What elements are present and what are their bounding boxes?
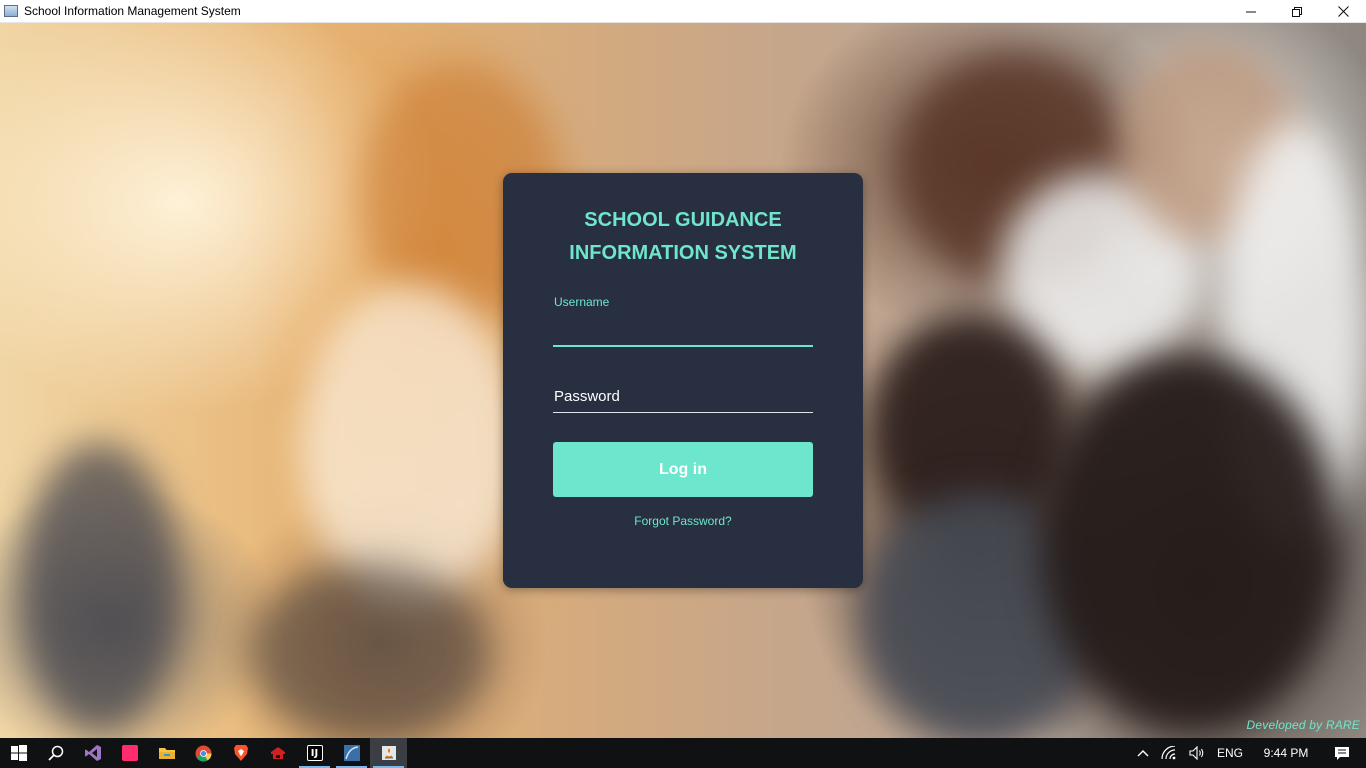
forgot-password-link[interactable]: Forgot Password? — [503, 514, 863, 528]
system-title: SCHOOL GUIDANCE INFORMATION SYSTEM — [503, 204, 863, 270]
login-button[interactable]: Log in — [553, 442, 813, 497]
background-monitor-shape — [20, 443, 180, 733]
network-button[interactable] — [1155, 738, 1183, 768]
chrome-icon — [195, 745, 212, 762]
system-title-line2: INFORMATION SYSTEM — [569, 242, 797, 264]
language-indicator[interactable]: ENG — [1211, 738, 1249, 768]
brave-icon — [233, 745, 248, 761]
java-app-icon — [381, 746, 396, 760]
username-label: Username — [554, 295, 610, 309]
visual-studio-icon — [84, 745, 101, 761]
pink-app-icon — [121, 745, 138, 761]
speaker-icon — [1189, 746, 1204, 760]
chevron-up-icon — [1137, 750, 1149, 757]
background-person-shape — [1040, 353, 1340, 733]
window-controls — [1228, 0, 1366, 23]
login-card: SCHOOL GUIDANCE INFORMATION SYSTEM Usern… — [503, 173, 863, 588]
taskbar-app-visual-studio[interactable] — [74, 738, 111, 768]
search-button[interactable] — [37, 738, 74, 768]
file-explorer-icon — [158, 748, 175, 759]
app-window-icon — [4, 5, 18, 17]
volume-button[interactable] — [1183, 738, 1211, 768]
minimize-icon — [1246, 11, 1256, 12]
taskbar-app-red[interactable] — [259, 738, 296, 768]
close-icon — [1337, 6, 1349, 17]
start-icon — [10, 745, 27, 761]
show-hidden-icons-button[interactable] — [1131, 738, 1155, 768]
taskbar-app-pink[interactable] — [111, 738, 148, 768]
minimize-button[interactable] — [1228, 0, 1274, 23]
taskbar-app-file-explorer[interactable] — [148, 738, 185, 768]
blue-app-icon — [343, 745, 360, 761]
window-title: School Information Management System — [24, 4, 241, 18]
developer-credit: Developed by RARE — [1246, 718, 1360, 732]
taskbar-app-chrome[interactable] — [185, 738, 222, 768]
taskbar-app-brave[interactable] — [222, 738, 259, 768]
password-input[interactable] — [553, 381, 813, 413]
system-title-line1: SCHOOL GUIDANCE — [584, 209, 782, 231]
window-title-bar: School Information Management System — [0, 0, 1366, 23]
action-center-button[interactable] — [1318, 738, 1366, 768]
username-input[interactable] — [553, 315, 813, 347]
restore-button[interactable] — [1274, 0, 1320, 23]
taskbar-app-java[interactable] — [370, 738, 407, 768]
start-button[interactable] — [0, 738, 37, 768]
notification-icon — [1335, 746, 1349, 760]
taskbar-app-blue[interactable] — [333, 738, 370, 768]
restore-icon — [1292, 6, 1302, 17]
red-app-icon — [270, 747, 285, 759]
close-button[interactable] — [1320, 0, 1366, 23]
search-icon — [47, 745, 63, 761]
taskbar: IJ ENG 9:44 PM — [0, 738, 1366, 768]
system-tray: ENG 9:44 PM — [1131, 738, 1366, 768]
clock[interactable]: 9:44 PM — [1254, 738, 1318, 768]
taskbar-app-intellij[interactable]: IJ — [296, 738, 333, 768]
background-person-shape — [300, 283, 520, 603]
wifi-icon — [1161, 746, 1176, 760]
intellij-icon: IJ — [306, 745, 323, 761]
background-laptop-shape — [250, 563, 490, 738]
